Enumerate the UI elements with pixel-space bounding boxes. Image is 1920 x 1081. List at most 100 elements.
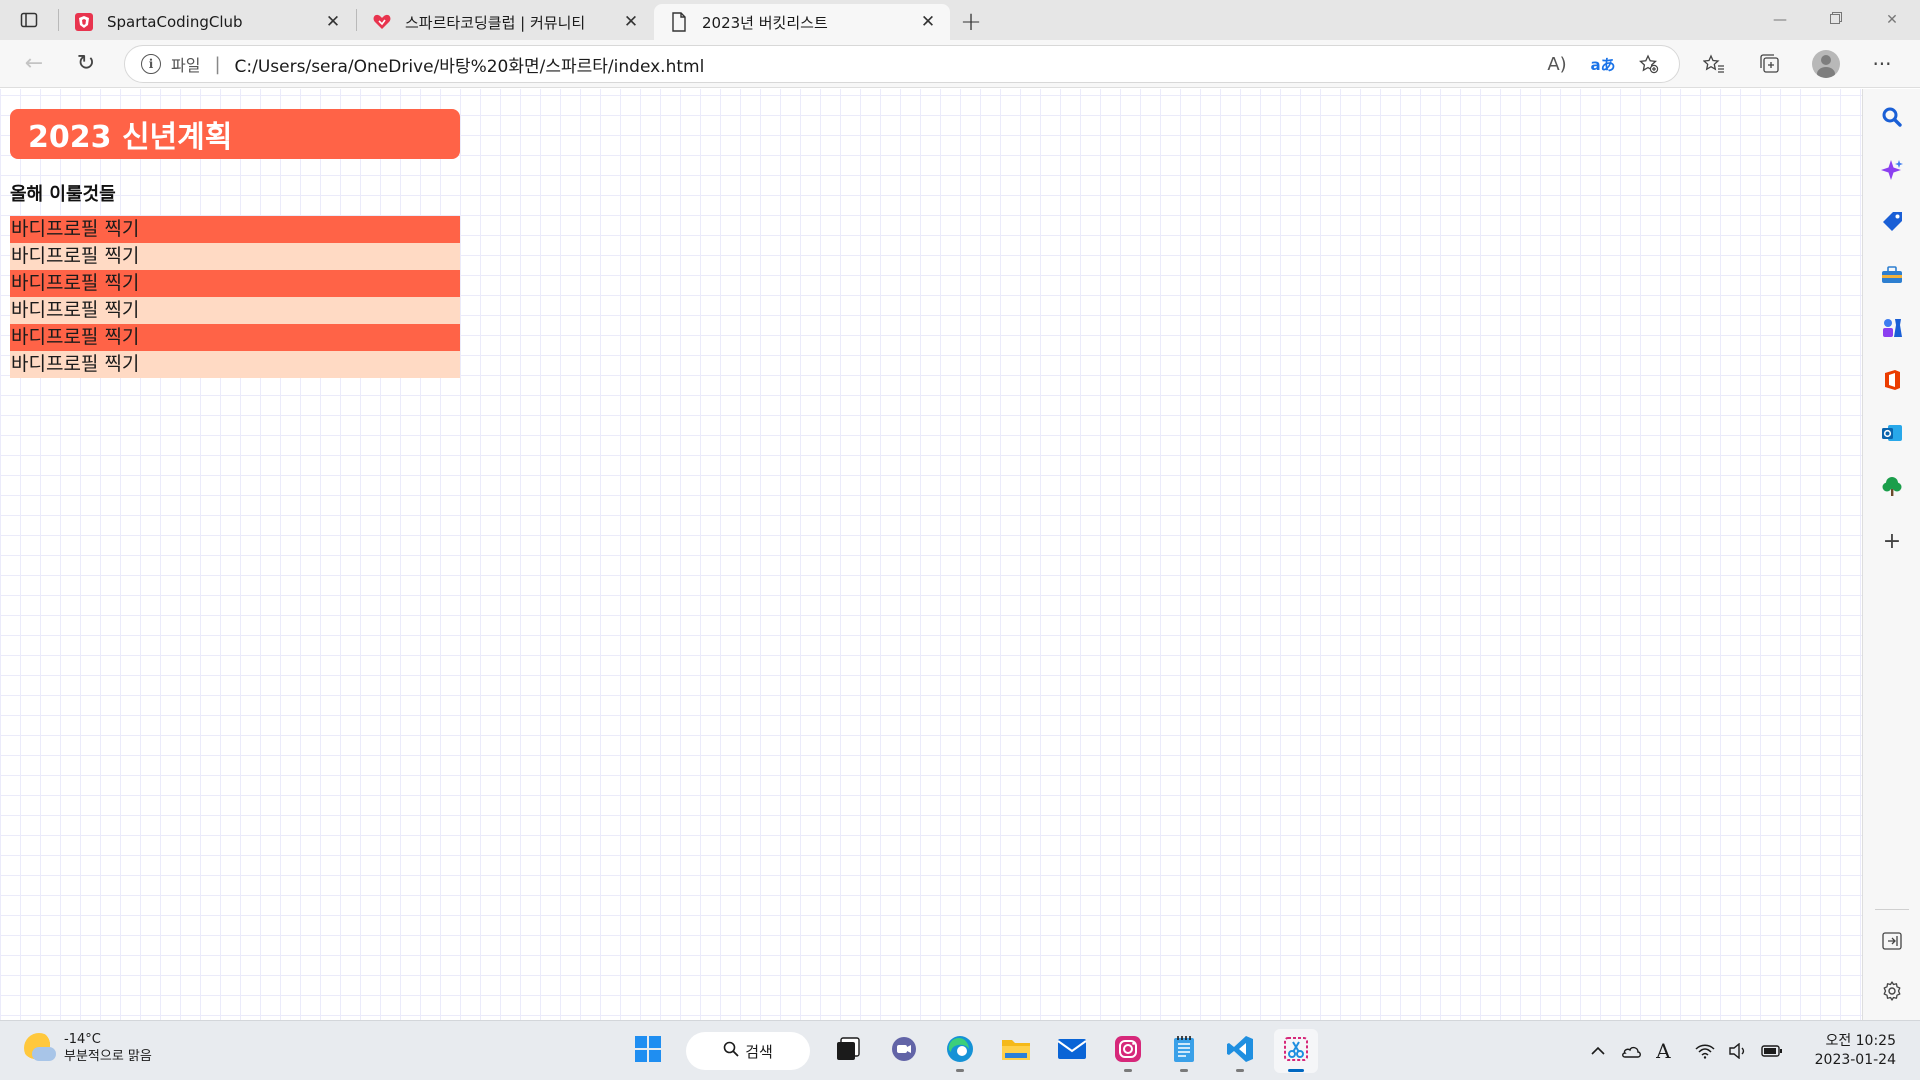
tab-title: 2023년 버킷리스트 (702, 13, 828, 32)
sidebar-divider (1875, 909, 1909, 910)
page-subtitle: 올해 이룰것들 (10, 184, 116, 205)
search-icon[interactable] (1880, 105, 1904, 129)
avatar (1812, 50, 1840, 78)
close-tab-icon[interactable]: ✕ (918, 12, 938, 32)
back-button[interactable]: ← (14, 44, 54, 84)
tab-sparta-coding-club[interactable]: SpartaCodingClub ✕ (59, 4, 355, 40)
back-arrow-icon: ← (24, 51, 44, 76)
restore-icon (1830, 12, 1842, 28)
tab-title: SpartaCodingClub (107, 13, 243, 31)
browser-toolbar: ← ↻ i 파일 | C:/Users/sera/OneDrive/바탕%20화… (0, 40, 1920, 88)
url-text[interactable]: C:/Users/sera/OneDrive/바탕%20화면/스파르타/inde… (235, 52, 1543, 77)
read-aloud-icon[interactable]: A) (1543, 50, 1571, 78)
new-tab-button[interactable]: + (951, 4, 991, 40)
hide-sidebar-icon[interactable] (1880, 929, 1904, 953)
translate-icon[interactable]: aあ (1589, 50, 1617, 78)
favorites-icon[interactable] (1694, 44, 1734, 84)
close-tab-icon[interactable]: ✕ (323, 12, 343, 32)
tab-actions-button[interactable] (0, 0, 58, 40)
system-tray: A 오전 10:25 2023-01-24 (1590, 1021, 1896, 1081)
wifi-icon[interactable] (1695, 1043, 1715, 1059)
edge-icon (945, 1034, 975, 1068)
tab-title: 스파르타코딩클럽 | 커뮤니티 (405, 13, 586, 32)
tab-actions-icon (20, 11, 38, 29)
task-view-button[interactable] (826, 1029, 870, 1073)
vscode-button[interactable] (1218, 1029, 1262, 1073)
search-icon (723, 1041, 739, 1061)
refresh-icon: ↻ (76, 51, 96, 76)
volume-icon[interactable] (1728, 1043, 1747, 1059)
onedrive-cloud-icon[interactable] (1620, 1043, 1642, 1059)
restore-button[interactable] (1808, 0, 1864, 40)
active-indicator (1288, 1069, 1304, 1072)
weather-temperature: -14°C (64, 1032, 101, 1047)
page-title: 2023 신년계획 (10, 109, 460, 159)
battery-icon[interactable] (1760, 1045, 1783, 1057)
page-viewport: 2023 신년계획 올해 이룰것들 바디프로필 찍기 바디프로필 찍기 바디프로… (0, 89, 1862, 1020)
mail-icon (1057, 1037, 1087, 1065)
close-icon: ✕ (1886, 12, 1898, 28)
file-explorer-button[interactable] (994, 1029, 1038, 1073)
windows-logo-icon (634, 1035, 662, 1067)
games-chess-icon[interactable] (1880, 316, 1904, 340)
list-item: 바디프로필 찍기 (10, 243, 460, 270)
tab-strip: SpartaCodingClub ✕ 스파르타코딩클럽 | 커뮤니티 ✕ 202… (0, 0, 1920, 40)
page-icon (668, 11, 690, 33)
office-icon[interactable] (1880, 368, 1904, 392)
add-sidebar-app-icon[interactable]: + (1880, 529, 1904, 554)
running-indicator (956, 1069, 964, 1072)
edge-browser-button[interactable] (938, 1029, 982, 1073)
snipping-tool-button[interactable] (1274, 1029, 1318, 1073)
list-item: 바디프로필 찍기 (10, 297, 460, 324)
search-label: 검색 (745, 1042, 773, 1061)
heart-icon (371, 11, 393, 33)
clock-time: 오전 10:25 (1825, 1033, 1896, 1049)
vscode-icon (1226, 1035, 1254, 1067)
tab-sparta-community[interactable]: 스파르타코딩클럽 | 커뮤니티 ✕ (357, 4, 653, 40)
taskbar-apps: 검색 (626, 1029, 1318, 1073)
info-icon[interactable]: i (141, 54, 161, 74)
teams-chat-icon (890, 1035, 918, 1067)
taskbar-search[interactable]: 검색 (686, 1032, 810, 1070)
outlook-icon[interactable] (1880, 421, 1904, 445)
list-item: 바디프로필 찍기 (10, 270, 460, 297)
address-bar[interactable]: i 파일 | C:/Users/sera/OneDrive/바탕%20화면/스파… (124, 45, 1680, 83)
folder-icon (1001, 1036, 1031, 1066)
tab-bucket-list[interactable]: 2023년 버킷리스트 ✕ (654, 4, 950, 40)
running-indicator (1124, 1069, 1132, 1072)
notepad-button[interactable] (1162, 1029, 1206, 1073)
refresh-button[interactable]: ↻ (66, 44, 106, 84)
address-divider: | (214, 53, 221, 75)
minimize-button[interactable]: — (1752, 0, 1808, 40)
shopping-tag-icon[interactable] (1880, 210, 1904, 234)
input-method-icon[interactable]: A (1656, 1039, 1670, 1063)
minimize-icon: — (1773, 12, 1787, 28)
running-indicator (1180, 1069, 1188, 1072)
tools-briefcase-icon[interactable] (1880, 263, 1904, 287)
tree-icon[interactable] (1880, 474, 1904, 498)
profile-button[interactable] (1806, 44, 1846, 84)
copilot-sparkle-icon[interactable] (1880, 158, 1904, 182)
weather-widget[interactable]: -14°C 부분적으로 맑음 (24, 1031, 152, 1065)
more-options-icon[interactable]: ··· (1862, 44, 1902, 84)
plus-icon: + (960, 7, 982, 37)
sparta-shield-icon (73, 11, 95, 33)
list-item: 바디프로필 찍기 (10, 216, 460, 243)
instagram-button[interactable] (1106, 1029, 1150, 1073)
add-favorite-icon[interactable] (1635, 50, 1663, 78)
task-view-icon (835, 1036, 861, 1066)
close-tab-icon[interactable]: ✕ (621, 12, 641, 32)
weather-description: 부분적으로 맑음 (64, 1049, 152, 1064)
chevron-up-icon[interactable] (1590, 1046, 1606, 1056)
teams-chat-button[interactable] (882, 1029, 926, 1073)
list-item: 바디프로필 찍기 (10, 324, 460, 351)
mail-button[interactable] (1050, 1029, 1094, 1073)
instagram-icon (1114, 1035, 1142, 1067)
bucket-list: 바디프로필 찍기 바디프로필 찍기 바디프로필 찍기 바디프로필 찍기 바디프로… (10, 216, 460, 378)
collections-icon[interactable] (1750, 44, 1790, 84)
close-window-button[interactable]: ✕ (1864, 0, 1920, 40)
start-button[interactable] (626, 1029, 670, 1073)
settings-gear-icon[interactable] (1880, 979, 1904, 1003)
system-clock[interactable]: 오전 10:25 2023-01-24 (1815, 1032, 1896, 1070)
snipping-tool-icon (1282, 1035, 1310, 1067)
